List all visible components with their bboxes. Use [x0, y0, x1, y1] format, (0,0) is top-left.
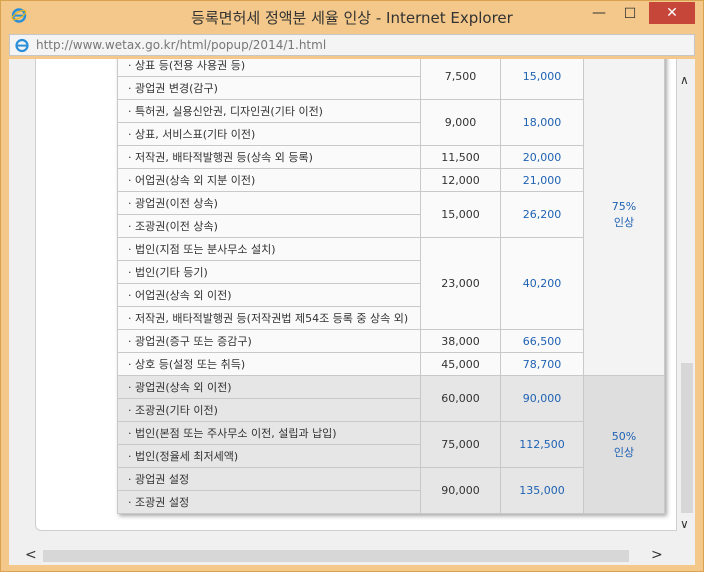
item-cell: · 특허권, 실용신안권, 디자인권(기타 이전)	[117, 99, 421, 123]
browser-window: 등록면허세 정액분 세율 인상 - Internet Explorer — ☐ …	[0, 0, 704, 572]
address-bar[interactable]: http://www.wetax.go.kr/html/popup/2014/1…	[9, 34, 695, 56]
new-rate-cell: 135,000	[500, 467, 584, 514]
old-rate-cell: 15,000	[420, 191, 501, 238]
old-rate-cell: 60,000	[420, 375, 501, 422]
old-rate-cell: 90,000	[420, 467, 501, 514]
rate-percent: 75%	[611, 199, 637, 213]
item-cell: · 법인(본점 또는 주사무소 이전, 설립과 납입)	[117, 421, 421, 445]
page-viewport: · 상표 등(전용 사용권 등) 7,500 15,000 75% 인상 · 광…	[9, 59, 679, 547]
item-cell: · 법인(정율세 최저세액)	[117, 444, 421, 468]
horizontal-scroll-thumb[interactable]	[43, 550, 629, 562]
old-rate-cell: 9,000	[420, 99, 501, 146]
new-rate-cell: 20,000	[500, 145, 584, 169]
title-bar[interactable]: 등록면허세 정액분 세율 인상 - Internet Explorer — ☐ …	[1, 1, 703, 31]
scroll-right-icon[interactable]: >	[651, 547, 663, 563]
new-rate-cell: 18,000	[500, 99, 584, 146]
internet-explorer-icon	[15, 38, 29, 53]
old-rate-cell: 45,000	[420, 352, 501, 376]
url-text: http://www.wetax.go.kr/html/popup/2014/1…	[36, 38, 327, 52]
new-rate-cell: 90,000	[500, 375, 584, 422]
item-cell: · 광업권(증구 또는 증감구)	[117, 329, 421, 353]
old-rate-cell: 7,500	[420, 59, 501, 100]
table-row: · 법인(본점 또는 주사무소 이전, 설립과 납입) 75,000 112,5…	[117, 421, 665, 468]
item-cell: · 상표 등(전용 사용권 등)	[117, 59, 421, 77]
scroll-left-icon[interactable]: <	[25, 547, 37, 563]
item-cell: · 광업권 설정	[117, 467, 421, 491]
item-cell: · 조광권(기타 이전)	[117, 398, 421, 422]
increase-rate-75: 75% 인상	[583, 59, 665, 376]
new-rate-cell: 26,200	[500, 191, 584, 238]
item-cell: · 법인(지점 또는 분사무소 설치)	[117, 237, 421, 261]
maximize-button[interactable]: ☐	[615, 3, 645, 25]
table-row: · 상표 등(전용 사용권 등) 7,500 15,000 75% 인상	[117, 59, 665, 376]
new-rate-cell: 66,500	[500, 329, 584, 353]
fee-table: · 상표 등(전용 사용권 등) 7,500 15,000 75% 인상 · 광…	[117, 59, 665, 514]
close-button[interactable]: ✕	[649, 2, 695, 24]
new-rate-cell: 21,000	[500, 168, 584, 192]
new-rate-cell: 40,200	[500, 237, 584, 330]
rate-label: 인상	[613, 445, 635, 459]
minimize-button[interactable]: —	[584, 3, 614, 25]
table-row: · 어업권(상속 외 지분 이전) 12,000 21,000	[117, 168, 665, 192]
item-cell: · 법인(기타 등기)	[117, 260, 421, 284]
old-rate-cell: 23,000	[420, 237, 501, 330]
new-rate-cell: 112,500	[500, 421, 584, 468]
item-cell: · 조광권(이전 상속)	[117, 214, 421, 238]
item-cell: · 어업권(상속 외 이전)	[117, 283, 421, 307]
table-row: · 상호 등(설정 또는 취득) 45,000 78,700	[117, 352, 665, 376]
item-cell: · 조광권 설정	[117, 490, 421, 514]
item-cell: · 저작권, 배타적발행권 등(저작권법 제54조 등록 중 상속 외)	[117, 306, 421, 330]
item-cell: · 광업권 변경(감구)	[117, 76, 421, 100]
old-rate-cell: 38,000	[420, 329, 501, 353]
vertical-scroll-thumb[interactable]	[681, 363, 693, 513]
scroll-down-icon[interactable]: ∨	[680, 517, 689, 531]
table-row: · 저작권, 배타적발행권 등(상속 외 등록) 11,500 20,000	[117, 145, 665, 169]
item-cell: · 저작권, 배타적발행권 등(상속 외 등록)	[117, 145, 421, 169]
old-rate-cell: 75,000	[420, 421, 501, 468]
rate-percent: 50%	[611, 429, 637, 443]
table-row: · 광업권(증구 또는 증감구) 38,000 66,500	[117, 329, 665, 353]
table-row: · 광업권(이전 상속) 15,000 26,200	[117, 191, 665, 238]
increase-rate-50: 50% 인상	[583, 375, 665, 514]
item-cell: · 어업권(상속 외 지분 이전)	[117, 168, 421, 192]
table-row: · 광업권 설정 90,000 135,000	[117, 467, 665, 514]
content-panel: · 상표 등(전용 사용권 등) 7,500 15,000 75% 인상 · 광…	[35, 59, 677, 531]
table-row: · 광업권(상속 외 이전) 60,000 90,000 50% 인상	[117, 375, 665, 514]
rate-label: 인상	[613, 215, 635, 229]
item-cell: · 상호 등(설정 또는 취득)	[117, 352, 421, 376]
old-rate-cell: 11,500	[420, 145, 501, 169]
new-rate-cell: 15,000	[500, 59, 584, 100]
table-row: · 법인(지점 또는 분사무소 설치) 23,000 40,200	[117, 237, 665, 330]
scroll-up-icon[interactable]: ∧	[680, 73, 689, 87]
item-cell: · 광업권(상속 외 이전)	[117, 375, 421, 399]
old-rate-cell: 12,000	[420, 168, 501, 192]
item-cell: · 상표, 서비스표(기타 이전)	[117, 122, 421, 146]
table-row: · 특허권, 실용신안권, 디자인권(기타 이전) 9,000 18,000	[117, 99, 665, 146]
item-cell: · 광업권(이전 상속)	[117, 191, 421, 215]
new-rate-cell: 78,700	[500, 352, 584, 376]
